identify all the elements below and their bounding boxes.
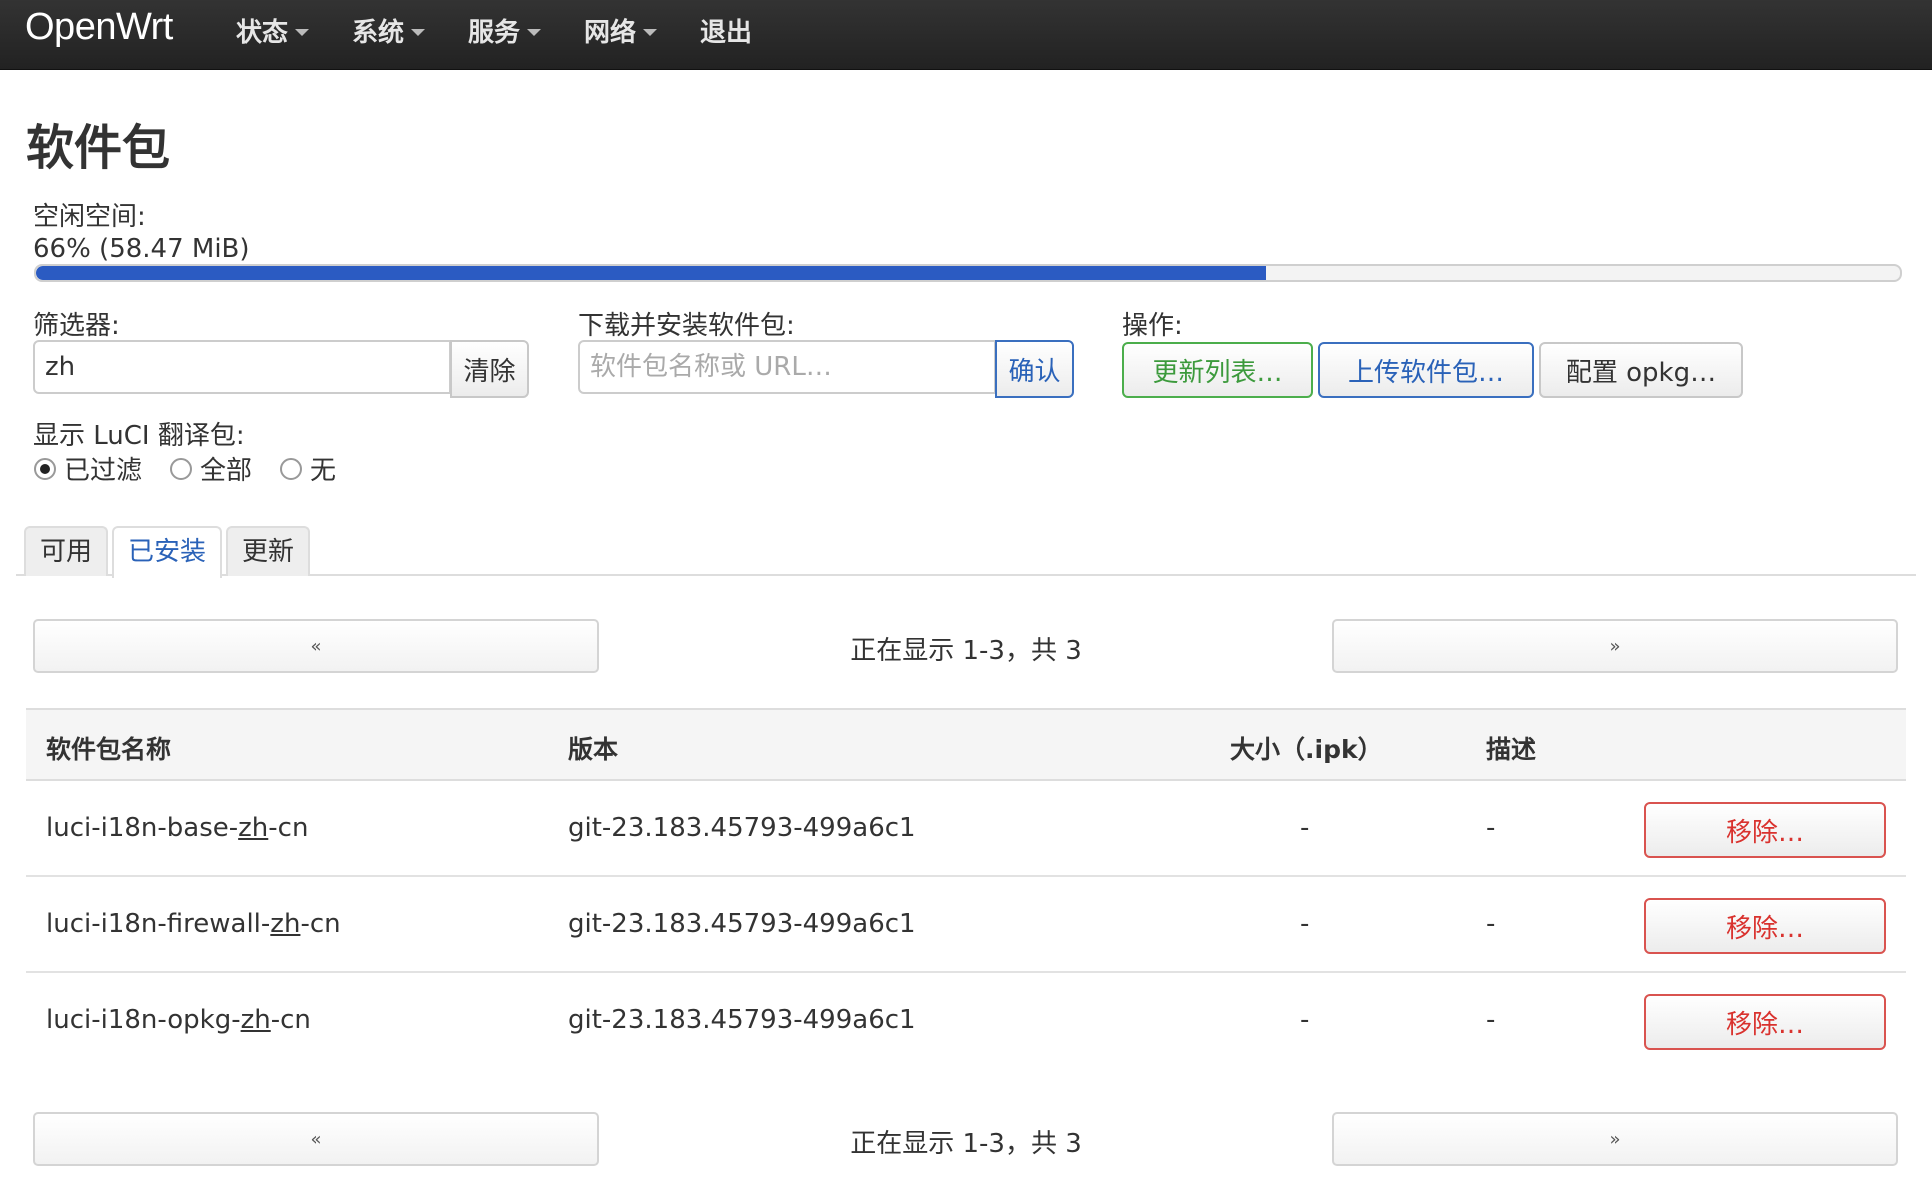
package-url-input[interactable]	[578, 340, 996, 394]
radio-label: 无	[310, 456, 337, 486]
remove-package-button[interactable]: 移除…	[1644, 898, 1886, 954]
radio-all[interactable]: 全部	[170, 450, 252, 487]
prev-page-button[interactable]: «	[33, 619, 599, 673]
package-size: -	[1300, 813, 1310, 843]
radio-checked-dot	[40, 463, 50, 474]
package-description: -	[1486, 813, 1496, 843]
column-header-description: 描述	[1486, 735, 1537, 764]
filter-match: zh	[238, 813, 269, 843]
filter-label: 筛选器:	[33, 311, 120, 341]
column-header-version: 版本	[568, 735, 619, 764]
progress-fill	[36, 266, 1267, 280]
nav-system-menu[interactable]: 系统	[352, 12, 426, 49]
chevron-down-icon	[643, 28, 658, 36]
table-row: luci-i18n-base-zh-cn git-23.183.45793-49…	[26, 781, 1906, 877]
pager-status: 正在显示 1-3，共 3	[850, 1129, 1082, 1159]
configure-opkg-button[interactable]: 配置 opkg…	[1539, 342, 1743, 398]
download-install-label: 下载并安装软件包:	[578, 311, 795, 341]
package-version: git-23.183.45793-499a6c1	[568, 813, 916, 843]
next-page-button[interactable]: »	[1332, 1112, 1898, 1166]
package-name: luci-i18n-firewall-zh-cn	[46, 909, 341, 939]
top-navbar: OpenWrt 状态 系统 服务 网络 退出	[0, 0, 1932, 70]
tab-updates[interactable]: 更新	[226, 526, 311, 576]
package-name: luci-i18n-opkg-zh-cn	[46, 1005, 311, 1035]
package-size: -	[1300, 1005, 1310, 1035]
remove-package-button[interactable]: 移除…	[1644, 994, 1886, 1050]
filter-match: zh	[240, 1005, 271, 1035]
table-row: luci-i18n-opkg-zh-cn git-23.183.45793-49…	[26, 973, 1906, 1069]
nav-logout[interactable]: 退出	[700, 12, 752, 49]
package-size: -	[1300, 909, 1310, 939]
free-space-progress	[34, 264, 1902, 282]
radio-button[interactable]	[34, 457, 56, 480]
package-description: -	[1486, 1005, 1496, 1035]
prev-page-button[interactable]: «	[33, 1112, 599, 1166]
clear-filter-button[interactable]: 清除	[450, 340, 529, 398]
filter-input[interactable]	[33, 340, 451, 394]
radio-filtered[interactable]: 已过滤	[34, 450, 142, 487]
radio-button[interactable]	[280, 457, 303, 480]
chevron-down-icon	[295, 28, 310, 36]
package-description: -	[1486, 909, 1496, 939]
filter-match: zh	[270, 909, 301, 939]
package-version: git-23.183.45793-499a6c1	[568, 1005, 916, 1035]
chevron-down-icon	[527, 28, 542, 36]
table-row: luci-i18n-firewall-zh-cn git-23.183.4579…	[26, 877, 1906, 973]
remove-package-button[interactable]: 移除…	[1644, 802, 1886, 858]
nav-label: 系统	[352, 18, 405, 48]
upload-package-button[interactable]: 上传软件包…	[1318, 342, 1534, 398]
nav-label: 退出	[700, 18, 753, 48]
confirm-install-button[interactable]: 确认	[995, 340, 1074, 398]
luci-translation-label: 显示 LuCI 翻译包:	[33, 421, 245, 451]
tab-available[interactable]: 可用	[24, 526, 109, 576]
nav-status-menu[interactable]: 状态	[236, 12, 310, 49]
nav-label: 网络	[584, 18, 637, 48]
next-page-button[interactable]: »	[1332, 619, 1898, 673]
tab-installed[interactable]: 已安装	[112, 526, 223, 578]
free-space-label: 空闲空间:	[33, 202, 146, 232]
pager-status: 正在显示 1-3，共 3	[850, 636, 1082, 666]
brand-logo[interactable]: OpenWrt	[25, 6, 173, 49]
free-space-value: 66% (58.47 MiB)	[33, 234, 250, 264]
nav-network-menu[interactable]: 网络	[584, 12, 658, 49]
actions-label: 操作:	[1122, 311, 1183, 341]
radio-label: 已过滤	[64, 456, 143, 486]
radio-none[interactable]: 无	[280, 450, 336, 487]
update-lists-button[interactable]: 更新列表…	[1122, 342, 1313, 398]
column-header-name: 软件包名称	[46, 735, 172, 764]
column-header-size: 大小（.ipk）	[1230, 735, 1383, 764]
radio-button[interactable]	[170, 457, 193, 480]
table-header: 软件包名称 版本 大小（.ipk） 描述	[26, 708, 1906, 781]
nav-services-menu[interactable]: 服务	[468, 12, 542, 49]
luci-translation-radio-group: 已过滤 全部 无	[34, 450, 364, 487]
package-name: luci-i18n-base-zh-cn	[46, 813, 309, 843]
package-version: git-23.183.45793-499a6c1	[568, 909, 916, 939]
nav-label: 状态	[236, 18, 289, 48]
page-title: 软件包	[26, 120, 171, 176]
nav-label: 服务	[468, 18, 521, 48]
chevron-down-icon	[411, 28, 426, 36]
radio-label: 全部	[200, 456, 253, 486]
